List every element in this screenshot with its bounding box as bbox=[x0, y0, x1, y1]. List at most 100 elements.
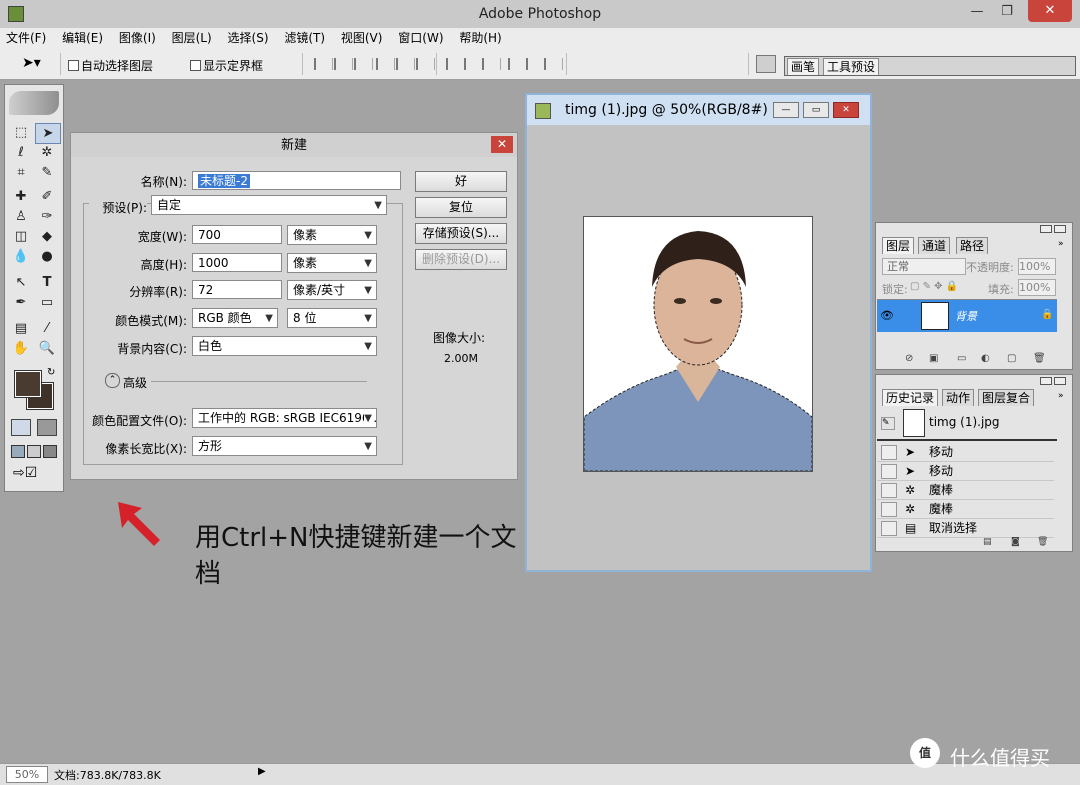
crop-tool-icon[interactable]: ⌗ bbox=[9, 163, 33, 182]
eyedropper-icon[interactable]: ⁄ bbox=[35, 319, 59, 338]
menu-filter[interactable]: 滤镜(T) bbox=[278, 28, 331, 48]
distribute-hcenter-icon[interactable] bbox=[526, 58, 545, 70]
height-unit-select[interactable]: 像素 ▼ bbox=[287, 253, 377, 273]
history-item[interactable]: ✲ 魔棒 bbox=[877, 500, 1054, 519]
layer-row[interactable]: 👁 背景 🔒 bbox=[877, 299, 1057, 332]
distribute-bottom-icon[interactable] bbox=[482, 58, 501, 70]
panel-close-icon[interactable] bbox=[1054, 377, 1066, 385]
menu-layer[interactable]: 图层(L) bbox=[166, 28, 218, 48]
width-unit-select[interactable]: 像素 ▼ bbox=[287, 225, 377, 245]
save-preset-button[interactable]: 存储预设(S)... bbox=[415, 223, 507, 244]
blur-tool-icon[interactable]: 💧 bbox=[9, 247, 33, 266]
swap-colors-icon[interactable]: ↻ bbox=[47, 367, 55, 378]
tab-actions[interactable]: 动作 bbox=[942, 389, 975, 406]
align-left-icon[interactable] bbox=[376, 58, 395, 70]
distribute-left-icon[interactable] bbox=[508, 58, 527, 70]
tab-layers[interactable]: 图层 bbox=[882, 237, 915, 254]
menu-edit[interactable]: 编辑(E) bbox=[56, 28, 109, 48]
auto-select-checkbox[interactable]: 自动选择图层 bbox=[68, 57, 153, 74]
align-hcenter-icon[interactable] bbox=[396, 58, 415, 70]
doc-close-button[interactable]: ✕ bbox=[833, 102, 859, 118]
color-mode-select[interactable]: RGB 颜色 ▼ bbox=[192, 308, 278, 328]
ok-button[interactable]: 好 bbox=[415, 171, 507, 192]
lasso-tool-icon[interactable]: ℓ bbox=[9, 143, 33, 162]
align-top-icon[interactable] bbox=[314, 58, 333, 70]
history-source-box[interactable] bbox=[881, 445, 897, 460]
screen-mode-full-menu-icon[interactable] bbox=[27, 445, 41, 458]
quick-mask-icon[interactable] bbox=[37, 419, 57, 436]
maximize-button[interactable]: ❐ bbox=[992, 2, 1022, 22]
height-input[interactable]: 1000 bbox=[192, 253, 282, 272]
dodge-tool-icon[interactable]: ● bbox=[35, 247, 59, 266]
reset-button[interactable]: 复位 bbox=[415, 197, 507, 218]
document-canvas[interactable] bbox=[583, 216, 813, 472]
bit-depth-select[interactable]: 8 位 ▼ bbox=[287, 308, 377, 328]
foreground-color-swatch[interactable] bbox=[14, 370, 42, 398]
screen-mode-full-icon[interactable] bbox=[43, 445, 57, 458]
name-input[interactable]: 未标题-2 bbox=[192, 171, 401, 190]
status-menu-arrow-icon[interactable]: ▶ bbox=[258, 766, 266, 777]
distribute-vcenter-icon[interactable] bbox=[464, 58, 483, 70]
tab-history[interactable]: 历史记录 bbox=[882, 389, 939, 406]
move-tool-preset-icon[interactable]: ➤▾ bbox=[22, 55, 41, 71]
type-tool-icon[interactable]: T bbox=[35, 273, 59, 292]
history-source-box[interactable] bbox=[881, 464, 897, 479]
width-input[interactable]: 700 bbox=[192, 225, 282, 244]
jump-to-imageready-icon[interactable]: ⇨☑ bbox=[13, 465, 53, 481]
pixel-aspect-select[interactable]: 方形 ▼ bbox=[192, 436, 377, 456]
menu-image[interactable]: 图像(I) bbox=[113, 28, 162, 48]
tab-brush[interactable]: 画笔 bbox=[787, 58, 820, 75]
notes-tool-icon[interactable]: ▤ bbox=[9, 319, 33, 338]
panel-minimize-icon[interactable] bbox=[1040, 225, 1052, 233]
adjustment-layer-icon[interactable]: ◐ bbox=[981, 353, 990, 364]
resolution-unit-select[interactable]: 像素/英寸 ▼ bbox=[287, 280, 377, 300]
menu-select[interactable]: 选择(S) bbox=[222, 28, 275, 48]
resolution-input[interactable]: 72 bbox=[192, 280, 282, 299]
layer-style-icon[interactable]: ▣ bbox=[929, 353, 938, 364]
preset-select[interactable]: 自定 ▼ bbox=[151, 195, 387, 215]
history-item[interactable]: ▤ 取消选择 bbox=[877, 519, 1054, 538]
hand-tool-icon[interactable]: ✋ bbox=[9, 339, 33, 358]
delete-layer-icon[interactable]: 🗑 bbox=[1033, 353, 1046, 364]
panel-menu-icon[interactable]: » bbox=[1058, 391, 1064, 401]
tab-tool-presets[interactable]: 工具预设 bbox=[823, 58, 880, 75]
zoom-tool-icon[interactable]: 🔍 bbox=[35, 339, 59, 358]
zoom-field[interactable]: 50% bbox=[6, 766, 48, 783]
eraser-tool-icon[interactable]: ◫ bbox=[9, 227, 33, 246]
advanced-toggle-icon[interactable]: ⌃ bbox=[105, 373, 120, 388]
tab-layer-comps[interactable]: 图层复合 bbox=[978, 389, 1035, 406]
align-right-icon[interactable] bbox=[416, 58, 435, 70]
doc-minimize-button[interactable]: — bbox=[773, 102, 799, 118]
clone-stamp-icon[interactable]: ♙ bbox=[9, 207, 33, 226]
link-layers-icon[interactable]: ⊘ bbox=[905, 353, 913, 364]
paint-bucket-icon[interactable]: ◆ bbox=[35, 227, 59, 246]
history-item[interactable]: ➤ 移动 bbox=[877, 462, 1054, 481]
pen-tool-icon[interactable]: ✒ bbox=[9, 293, 33, 312]
panel-minimize-icon[interactable] bbox=[1040, 377, 1052, 385]
menu-window[interactable]: 窗口(W) bbox=[392, 28, 449, 48]
eye-icon[interactable]: 👁 bbox=[880, 309, 894, 322]
distribute-top-icon[interactable] bbox=[446, 58, 465, 70]
opacity-input[interactable]: 100% bbox=[1018, 258, 1056, 275]
path-select-icon[interactable]: ↖ bbox=[9, 273, 33, 292]
lock-icons[interactable]: ▢ ✎ ✥ 🔒 bbox=[910, 281, 966, 293]
fill-input[interactable]: 100% bbox=[1018, 279, 1056, 296]
minimize-button[interactable]: — bbox=[962, 2, 992, 22]
delete-preset-button[interactable]: 删除预设(D)... bbox=[415, 249, 507, 270]
standard-mode-icon[interactable] bbox=[11, 419, 31, 436]
distribute-right-icon[interactable] bbox=[544, 58, 563, 70]
history-item[interactable]: ➤ 移动 bbox=[877, 443, 1054, 462]
shape-tool-icon[interactable]: ▭ bbox=[35, 293, 59, 312]
history-source-box[interactable] bbox=[881, 502, 897, 517]
color-profile-select[interactable]: 工作中的 RGB: sRGB IEC6196... ▼ bbox=[192, 408, 377, 428]
panel-menu-icon[interactable]: » bbox=[1058, 239, 1064, 249]
menu-view[interactable]: 视图(V) bbox=[335, 28, 389, 48]
marquee-tool-icon[interactable]: ⬚ bbox=[9, 123, 33, 142]
snapshot-source-icon[interactable]: ✎ bbox=[881, 417, 895, 430]
close-button[interactable]: ✕ bbox=[1028, 0, 1072, 22]
snapshot-camera-icon[interactable]: ◙ bbox=[1011, 537, 1020, 547]
panel-close-icon[interactable] bbox=[1054, 225, 1066, 233]
blend-mode-select[interactable]: 正常 bbox=[882, 258, 966, 275]
align-bottom-icon[interactable] bbox=[354, 58, 373, 70]
tab-paths[interactable]: 路径 bbox=[956, 237, 989, 254]
